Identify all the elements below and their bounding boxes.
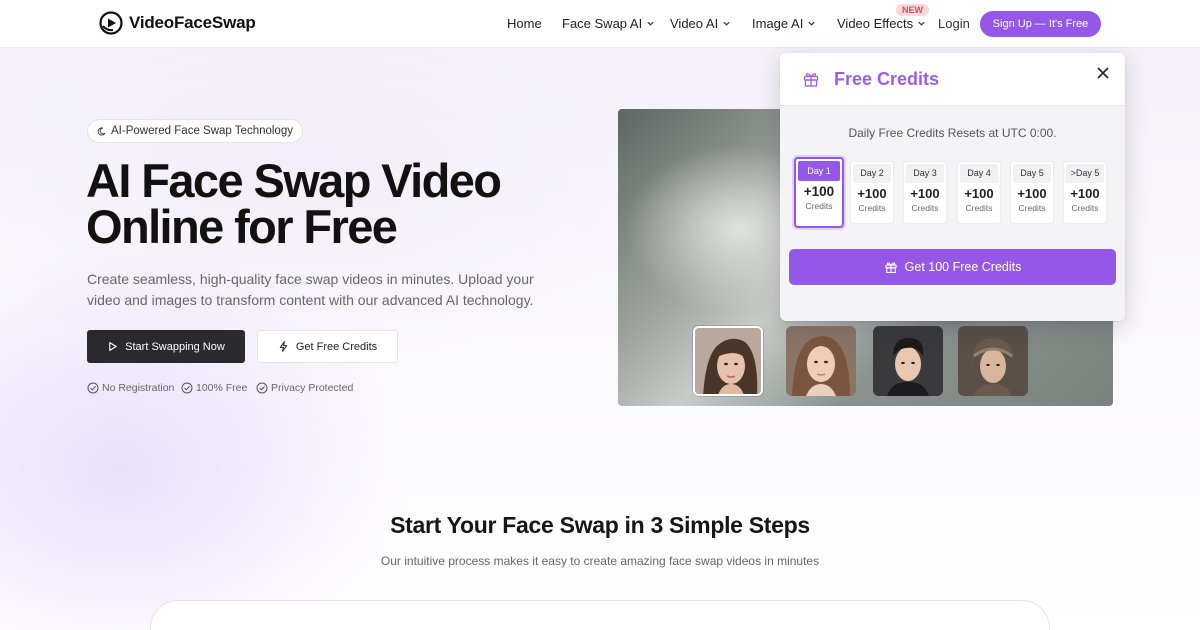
check-privacy-label: Privacy Protected: [271, 382, 354, 394]
lightning-icon: [279, 341, 288, 352]
logo-icon: [99, 11, 123, 35]
check-circle-icon: [181, 382, 193, 394]
face-woman-icon: [958, 326, 1028, 396]
popup-title: Free Credits: [834, 69, 940, 89]
day-value: +100: [964, 186, 994, 201]
check-circle-icon: [256, 382, 268, 394]
day-value: +100: [910, 186, 940, 201]
hero-title-line2: Online for Free: [86, 200, 398, 253]
hero-description: Create seamless, high-quality face swap …: [87, 271, 534, 308]
steps-card: [150, 600, 1050, 630]
day-card-4[interactable]: Day 4 +100 Credits: [957, 161, 1001, 224]
nav-image-ai[interactable]: Image AI: [752, 16, 816, 31]
site-header: VideoFaceSwap Home Face Swap AI Video AI…: [0, 0, 1200, 48]
get-free-credits-label: Get Free Credits: [295, 340, 378, 353]
chevron-down-icon: [723, 21, 730, 26]
day-value: +100: [1070, 186, 1100, 201]
face-thumbnail-4[interactable]: [958, 326, 1028, 396]
check-circle-icon: [87, 382, 99, 394]
claim-credits-label: Get 100 Free Credits: [904, 260, 1022, 274]
day-card-3[interactable]: Day 3 +100 Credits: [903, 161, 947, 224]
claim-credits-button[interactable]: Get 100 Free Credits: [789, 249, 1116, 285]
signup-button-label: Sign Up — It's Free: [992, 18, 1089, 30]
free-credits-popup: Free Credits Daily Free Credits Resets a…: [780, 53, 1125, 321]
day-card-2[interactable]: Day 2 +100 Credits: [850, 161, 894, 224]
hero-title: AI Face Swap Video Online for Free: [86, 154, 606, 253]
start-swapping-button[interactable]: Start Swapping Now: [87, 330, 245, 363]
nav-video-effects-label: Video Effects: [837, 16, 914, 31]
face-woman-icon: [786, 326, 856, 396]
nav-face-swap-ai[interactable]: Face Swap AI: [562, 16, 655, 31]
nav-face-swap-ai-label: Face Swap AI: [562, 16, 643, 31]
check-free: 100% Free: [181, 382, 247, 394]
day-label: Day 4: [960, 164, 998, 183]
popup-subtitle: Daily Free Credits Resets at UTC 0:00.: [848, 126, 1057, 140]
chevron-down-icon: [808, 21, 815, 26]
close-icon[interactable]: [1096, 66, 1110, 80]
day-label: Day 3: [906, 164, 944, 183]
new-badge: NEW: [896, 4, 929, 16]
nav-home[interactable]: Home: [507, 16, 542, 31]
day-value: +100: [1017, 186, 1047, 201]
gift-icon: [885, 262, 897, 273]
day-label: Day 1: [798, 161, 840, 181]
day-card-1[interactable]: Day 1 +100 Credits: [794, 157, 844, 228]
start-swapping-label: Start Swapping Now: [125, 340, 225, 353]
hero-tag-label: AI-Powered Face Swap Technology: [111, 125, 293, 137]
day-unit: Credits: [965, 203, 993, 213]
hero-title-line1: AI Face Swap Video: [86, 154, 502, 207]
chevron-down-icon: [647, 21, 654, 26]
chevron-down-icon: [918, 21, 925, 26]
face-woman-icon: [695, 328, 761, 394]
day-label: >Day 5: [1066, 164, 1104, 183]
nav-video-ai-label: Video AI: [670, 16, 719, 31]
day-unit: Credits: [911, 203, 939, 213]
day-unit: Credits: [805, 201, 833, 211]
day-card-6[interactable]: >Day 5 +100 Credits: [1063, 161, 1107, 224]
login-link[interactable]: Login: [938, 16, 970, 31]
check-no-registration: No Registration: [87, 382, 174, 394]
hero-tag-pill: AI-Powered Face Swap Technology: [87, 119, 303, 143]
steps-subtitle: Our intuitive process makes it easy to c…: [380, 554, 820, 568]
nav-video-effects[interactable]: Video Effects: [837, 16, 926, 31]
steps-title: Start Your Face Swap in 3 Simple Steps: [390, 512, 810, 538]
day-value: +100: [803, 184, 835, 199]
brand-name: VideoFaceSwap: [129, 13, 256, 32]
check-privacy: Privacy Protected: [256, 382, 353, 394]
nav-video-ai[interactable]: Video AI: [670, 16, 731, 31]
face-thumbnail-3[interactable]: [873, 326, 943, 396]
day-label: Day 2: [853, 164, 891, 183]
day-label: Day 5: [1013, 164, 1051, 183]
day-value: +100: [857, 186, 887, 201]
face-thumbnail-2[interactable]: [786, 326, 856, 396]
nav-image-ai-label: Image AI: [752, 16, 804, 31]
brand-logo[interactable]: VideoFaceSwap: [99, 11, 256, 35]
day-card-5[interactable]: Day 5 +100 Credits: [1010, 161, 1054, 224]
get-free-credits-button[interactable]: Get Free Credits: [257, 330, 398, 363]
face-thumbnail-1[interactable]: [693, 326, 763, 396]
day-unit: Credits: [1018, 203, 1046, 213]
play-icon: [109, 342, 117, 351]
gift-icon: [803, 73, 819, 87]
check-no-registration-label: No Registration: [102, 382, 175, 394]
signup-button[interactable]: Sign Up — It's Free: [980, 11, 1101, 37]
check-free-label: 100% Free: [196, 382, 248, 394]
day-unit: Credits: [858, 203, 886, 213]
nav-home-label: Home: [507, 16, 542, 31]
face-man-icon: [873, 326, 943, 396]
popup-header: Free Credits: [780, 53, 1125, 106]
day-unit: Credits: [1071, 203, 1099, 213]
moon-icon: [97, 126, 106, 136]
